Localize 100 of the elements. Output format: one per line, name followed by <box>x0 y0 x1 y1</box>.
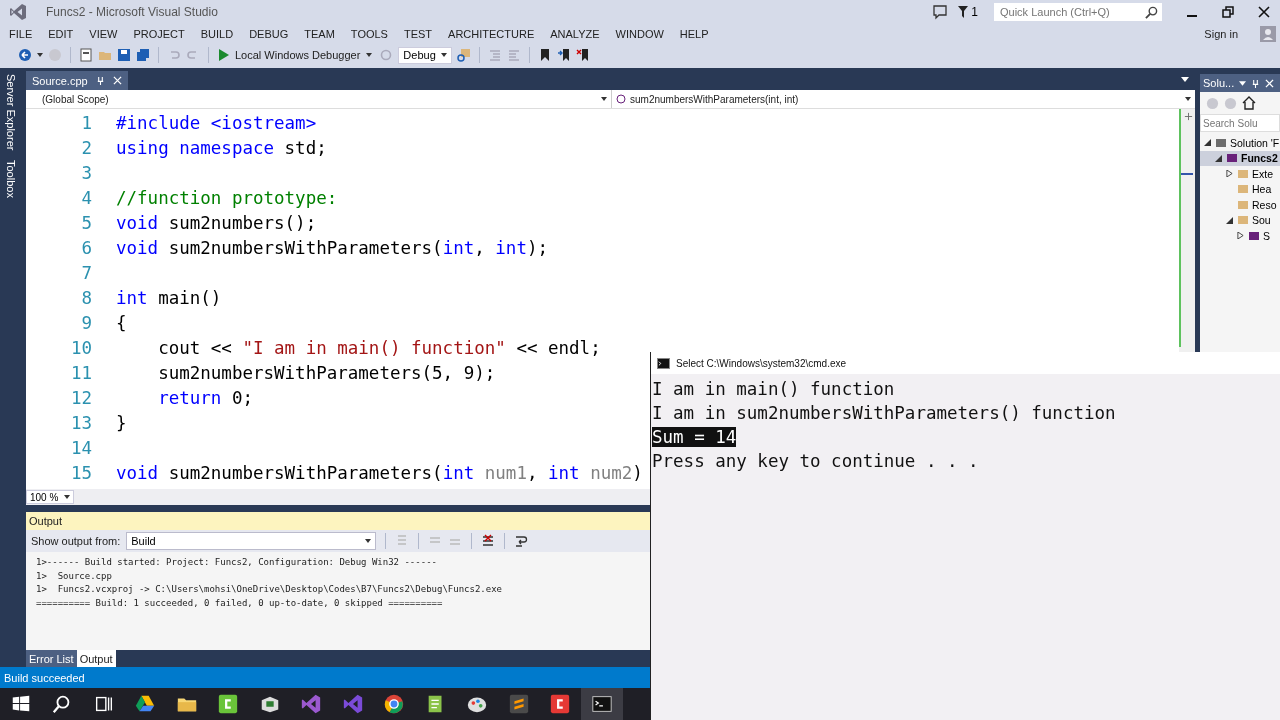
scrollbar[interactable] <box>1179 109 1195 347</box>
code-line: cout << "I am in main() function" << endl; <box>157 337 601 358</box>
menu-item[interactable]: VIEW <box>81 28 126 40</box>
member-dropdown[interactable]: sum2numbersWithParameters(int, int) <box>612 90 1195 108</box>
find-icon[interactable] <box>457 48 472 62</box>
panel-tab[interactable]: Error List <box>26 650 77 667</box>
menu-item[interactable]: ARCHITECTURE <box>440 28 543 40</box>
tree-label: Funcs2 <box>1241 152 1278 165</box>
tree-item[interactable]: Solution 'F <box>1200 135 1280 151</box>
app-icon <box>341 693 364 715</box>
play-icon <box>219 49 229 61</box>
save-icon[interactable] <box>117 48 131 62</box>
expanded-arrow-icon[interactable] <box>1226 216 1233 224</box>
menu-item[interactable]: EDIT <box>40 28 82 40</box>
menu-item[interactable]: BUILD <box>192 28 242 40</box>
pin-icon[interactable] <box>95 76 105 85</box>
restore-icon[interactable] <box>1222 6 1234 18</box>
tree-item[interactable]: Reso <box>1200 197 1280 213</box>
configuration-dropdown[interactable]: Debug <box>398 46 453 64</box>
sign-in-link[interactable]: Sign in <box>1204 28 1238 40</box>
run-button[interactable]: Local Windows Debugger <box>217 49 375 61</box>
tree-label: Exte <box>1252 167 1273 180</box>
collapsed-arrow-icon[interactable] <box>1237 232 1244 240</box>
new-project-icon[interactable] <box>79 48 93 62</box>
menu-item[interactable]: FILE <box>9 28 41 40</box>
line-number: 10 <box>69 337 92 358</box>
document-tab[interactable]: Source.cpp <box>26 71 128 90</box>
code-line: int main() <box>116 287 222 308</box>
side-tab[interactable]: Toolbox <box>5 160 17 199</box>
taskbar-button[interactable] <box>581 688 623 720</box>
tree-item[interactable]: Hea <box>1200 181 1280 197</box>
line-number: 4 <box>80 187 92 208</box>
close-icon[interactable] <box>1258 6 1270 18</box>
menu-item[interactable]: TEST <box>395 28 441 40</box>
line-number: 7 <box>80 262 92 283</box>
editor-icon <box>507 693 530 715</box>
tree-item[interactable]: Sou <box>1200 212 1280 228</box>
zoom-dropdown[interactable]: 100 % <box>26 490 75 504</box>
code-line: void sum2numbersWithParameters(int, int); <box>116 237 548 258</box>
output-source-dropdown[interactable]: Build <box>126 532 377 550</box>
save-all-icon[interactable] <box>136 48 150 62</box>
line-number: 15 <box>69 462 92 483</box>
menu-item[interactable]: HELP <box>671 28 717 40</box>
caret-icon <box>64 495 71 499</box>
notification-count: 1 <box>971 5 978 19</box>
caret-icon[interactable] <box>1239 80 1247 86</box>
code-line: #include <iostream> <box>116 112 317 133</box>
code-line: sum2numbersWithParameters(5, 9); <box>157 362 496 383</box>
next-bookmark-icon[interactable] <box>557 48 572 62</box>
pin-icon[interactable] <box>1251 78 1261 88</box>
caret-icon <box>441 53 448 57</box>
home-icon[interactable] <box>1242 96 1256 110</box>
solution-icon <box>1215 136 1227 149</box>
quick-launch-field[interactable]: Quick Launch (Ctrl+Q) <box>994 3 1162 21</box>
menu-item[interactable]: TEAM <box>296 28 343 40</box>
app-icon <box>300 693 323 715</box>
back-icon[interactable] <box>18 48 32 62</box>
search-field[interactable]: Search Solu <box>1200 114 1280 132</box>
search-icon <box>1145 5 1158 19</box>
method-icon <box>616 94 626 104</box>
menu-item[interactable]: TOOLS <box>342 28 396 40</box>
expanded-arrow-icon[interactable] <box>1204 139 1211 147</box>
scope-dropdown[interactable]: (Global Scope) <box>26 90 612 108</box>
tab-list-icon[interactable] <box>1181 76 1189 82</box>
side-tab[interactable]: Server Explorer <box>5 74 17 151</box>
word-wrap-icon[interactable] <box>514 534 529 548</box>
console-line: I am in sum2numbersWithParameters() function <box>652 403 1116 423</box>
expanded-arrow-icon[interactable] <box>1215 154 1222 162</box>
console-line: I am in main() function <box>652 379 895 399</box>
app-icon <box>549 693 572 715</box>
member-text: sum2numbersWithParameters(int, int) <box>630 93 800 105</box>
panel-tab[interactable]: Output <box>76 650 116 667</box>
output-line: 1> Funcs2.vcxproj -> C:\Users\mohsi\OneDrive\Desktop\Codes\B7\Funcs2\Debug\Funcs2.exe <box>36 583 503 596</box>
tree-label: Hea <box>1252 183 1272 196</box>
menu-item[interactable]: ANALYZE <box>542 28 608 40</box>
split-icon[interactable] <box>1183 112 1193 121</box>
restart-icon[interactable] <box>379 48 394 62</box>
code-line: return 0; <box>157 387 253 408</box>
code-line: using namespace std; <box>116 137 327 158</box>
tree-item[interactable]: S <box>1200 228 1280 244</box>
feedback-icon[interactable] <box>932 4 949 20</box>
menu-item[interactable]: DEBUG <box>241 28 297 40</box>
code-line: void sum2numbersWithParameters(int num1, int num2) <box>116 462 643 483</box>
menu-item[interactable]: PROJECT <box>125 28 193 40</box>
app-icon <box>217 693 240 715</box>
menu-item[interactable]: WINDOW <box>607 28 672 40</box>
tree-item[interactable]: Exte <box>1200 166 1280 182</box>
folder-icon <box>1237 167 1249 180</box>
collapsed-arrow-icon[interactable] <box>1226 170 1233 178</box>
clear-bookmark-icon[interactable] <box>576 48 591 62</box>
status-text: Build succeeded <box>4 671 85 684</box>
tree-label: Reso <box>1252 198 1277 211</box>
tree-item[interactable]: Funcs2 <box>1200 150 1280 166</box>
notification-button[interactable]: 1 <box>958 5 978 19</box>
line-number: 12 <box>69 387 92 408</box>
output-source-label: Show output from: <box>31 535 121 547</box>
caret-icon[interactable] <box>37 53 43 57</box>
line-number: 6 <box>80 237 92 258</box>
app-logo-icon <box>8 2 28 22</box>
clear-all-icon[interactable] <box>481 534 496 548</box>
